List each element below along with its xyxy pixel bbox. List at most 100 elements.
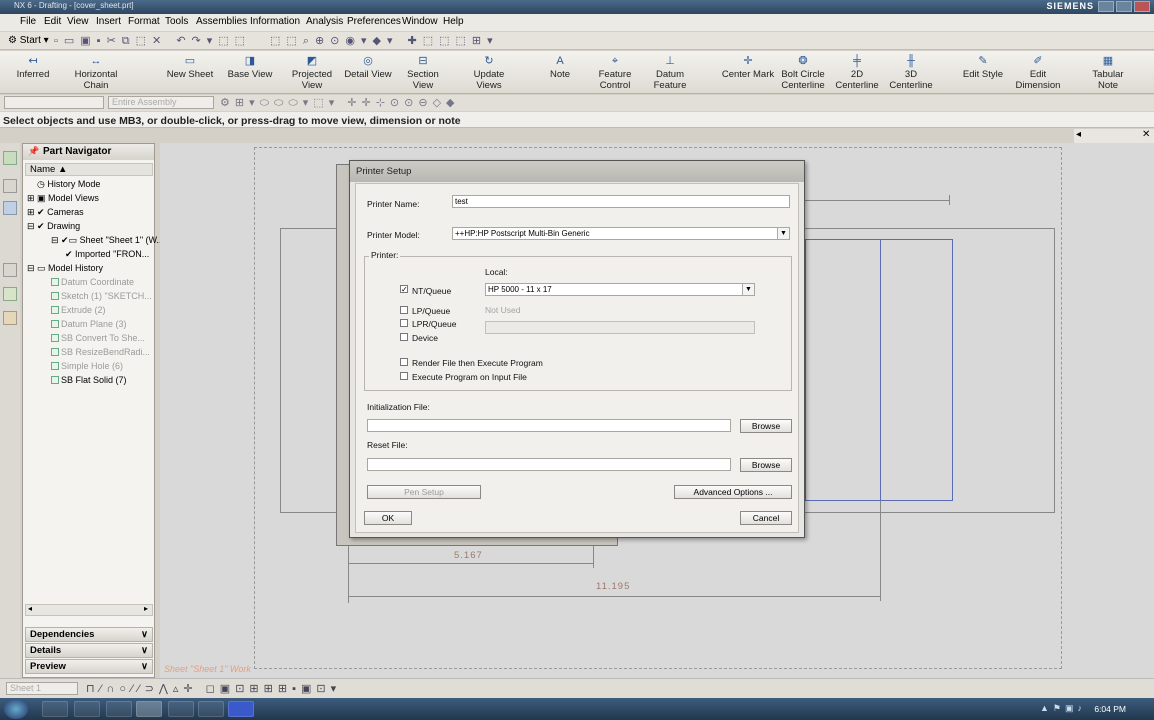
init-file-input[interactable]: [367, 419, 731, 432]
browse-init-button[interactable]: Browse: [740, 419, 792, 433]
bolt-circle-button[interactable]: ❂ Bolt Circle Centerline: [780, 51, 826, 94]
chevron-down-icon[interactable]: ▼: [777, 228, 789, 239]
tree-item[interactable]: SB ResizeBendRadi...: [51, 347, 150, 357]
selection-scope-combo[interactable]: Entire Assembly: [108, 96, 214, 109]
menu-insert[interactable]: Insert: [96, 16, 121, 27]
update-views-button[interactable]: ↻ Update Views: [466, 51, 512, 94]
maximize-button[interactable]: [1116, 1, 1132, 12]
tree-item[interactable]: ⊟ ✔ Drawing: [27, 221, 80, 232]
detail-view-button[interactable]: ◎ Detail View: [342, 51, 394, 94]
edit-dimension-button[interactable]: ✐ Edit Dimension: [1012, 51, 1064, 94]
note-button[interactable]: A Note: [540, 51, 580, 94]
details-panel[interactable]: Details ∨: [25, 643, 153, 658]
execute-program-checkbox[interactable]: [400, 372, 408, 380]
chevron-down-icon[interactable]: ▼: [742, 284, 754, 295]
menu-format[interactable]: Format: [128, 16, 160, 27]
file-tool-icons[interactable]: ▫▭▣▪✂⧉⬚✕ ↶↷▾⬚⬚: [54, 34, 251, 48]
tree-item[interactable]: ⊞ ✔ Cameras: [27, 207, 84, 218]
close-window-button[interactable]: [1134, 1, 1150, 12]
menu-tools[interactable]: Tools: [165, 16, 188, 27]
tree-item[interactable]: Datum Plane (3): [51, 319, 127, 329]
tree-item[interactable]: ⊟ ▭ Model History: [27, 263, 103, 274]
system-materials-tab-icon[interactable]: [3, 287, 17, 301]
browse-reset-button[interactable]: Browse: [740, 458, 792, 472]
roles-tab-icon[interactable]: [3, 311, 17, 325]
projected-view-button[interactable]: ◩ Projected View: [286, 51, 338, 94]
dimension-label[interactable]: 11.195: [596, 581, 630, 592]
tree-item[interactable]: Extrude (2): [51, 305, 106, 315]
preview-panel[interactable]: Preview ∨: [25, 659, 153, 674]
scroll-right-icon[interactable]: ▸: [144, 604, 148, 613]
pen-setup-button[interactable]: Pen Setup: [367, 485, 481, 499]
render-file-checkbox[interactable]: [400, 358, 408, 366]
menu-file[interactable]: File: [20, 16, 36, 27]
drawing-view-outline[interactable]: [805, 239, 953, 501]
lpr-queue-checkbox[interactable]: [400, 319, 408, 327]
tree-item[interactable]: ✔ Imported "FRON...: [65, 249, 149, 260]
menu-information[interactable]: Information: [250, 16, 300, 27]
menu-view[interactable]: View: [67, 16, 89, 27]
snap-toolbar-icons[interactable]: ⊓⁄∩○⁄⁄⊃⋀▵✛ ◻▣⊡⊞⊞⊞▪▣⊡▾: [86, 682, 341, 695]
cue-scroll[interactable]: ◂ ✕: [1074, 129, 1154, 143]
assembly-navigator-tab-icon[interactable]: [3, 179, 17, 193]
printer-model-select[interactable]: ++HP:HP Postscript Multi-Bin Generic ▼: [452, 227, 790, 240]
column-header-name[interactable]: Name ▲: [25, 163, 153, 176]
lp-queue-checkbox[interactable]: [400, 306, 408, 314]
edit-style-button[interactable]: ✎ Edit Style: [960, 51, 1006, 94]
tree-item[interactable]: SB Flat Solid (7): [51, 375, 127, 385]
feature-control-button[interactable]: ⌖ Feature Control: [592, 51, 638, 94]
chrome-task-icon[interactable]: [106, 701, 132, 717]
app-task-icon[interactable]: [168, 701, 194, 717]
sheet-select[interactable]: Sheet 1: [6, 682, 78, 695]
center-mark-button[interactable]: ✛ Center Mark: [720, 51, 776, 94]
advanced-options-button[interactable]: Advanced Options ...: [674, 485, 792, 499]
windows-start-icon[interactable]: [4, 699, 28, 719]
ok-button[interactable]: OK: [364, 511, 412, 525]
local-printer-select[interactable]: HP 5000 - 11 x 17 ▼: [485, 283, 755, 296]
menu-help[interactable]: Help: [443, 16, 464, 27]
part-navigator-tab-icon[interactable]: [3, 151, 17, 165]
view-tool-icons[interactable]: ⬚⬚⌕⊕⊙◉▾◆▾ ✚⬚⬚⬚⊞▾: [270, 34, 499, 48]
printer-name-input[interactable]: test: [452, 195, 790, 208]
new-sheet-button[interactable]: ▭ New Sheet: [164, 51, 216, 94]
pin-icon[interactable]: 📌: [28, 146, 39, 157]
tree-item[interactable]: SB Convert To She...: [51, 333, 145, 343]
tree-item[interactable]: Simple Hole (6): [51, 361, 123, 371]
tree-item[interactable]: ◷ History Mode: [37, 179, 100, 190]
scroll-left-icon[interactable]: ◂: [28, 604, 32, 613]
history-tab-icon[interactable]: [3, 263, 17, 277]
reset-file-input[interactable]: [367, 458, 731, 471]
base-view-button[interactable]: ◨ Base View: [224, 51, 276, 94]
menu-analysis[interactable]: Analysis: [306, 16, 343, 27]
centerline-3d-button[interactable]: ╫ 3D Centerline: [888, 51, 934, 94]
tray-icons[interactable]: ▲⚑▣♪: [1040, 703, 1086, 714]
centerline-2d-button[interactable]: ╪ 2D Centerline: [834, 51, 880, 94]
tree-item[interactable]: ⊞ ▣ Model Views: [27, 193, 99, 204]
snap-point-icons[interactable]: ⚙⊞▾⬭⬭⬭▾⬚▾ ✛✛⊹⊙⊙⊖◇◆: [220, 96, 460, 110]
app-task-icon[interactable]: [198, 701, 224, 717]
section-view-button[interactable]: ⊟ Section View: [400, 51, 446, 94]
media-task-icon[interactable]: [74, 701, 100, 717]
menu-window[interactable]: Window: [402, 16, 438, 27]
nx-task-icon[interactable]: [136, 701, 162, 717]
menu-assemblies[interactable]: Assemblies: [196, 16, 247, 27]
scroll-left-icon[interactable]: ◂: [1076, 129, 1081, 140]
cancel-button[interactable]: Cancel: [740, 511, 792, 525]
inferred-button[interactable]: ↤ Inferred: [10, 51, 56, 94]
dependencies-panel[interactable]: Dependencies ∨: [25, 627, 153, 642]
horizontal-chain-button[interactable]: ↔ Horizontal Chain: [68, 51, 124, 94]
device-checkbox[interactable]: [400, 333, 408, 341]
close-pane-icon[interactable]: ✕: [1142, 129, 1150, 140]
navigator-hscrollbar[interactable]: ◂ ▸: [25, 604, 153, 616]
tree-item[interactable]: Sketch (1) "SKETCH...: [51, 291, 152, 301]
menu-preferences[interactable]: Preferences: [347, 16, 401, 27]
tabular-note-button[interactable]: ▦ Tabular Note: [1084, 51, 1132, 94]
type-filter-combo[interactable]: [4, 96, 104, 109]
tree-item[interactable]: ⊟ ✔▭ Sheet "Sheet 1" (W...: [51, 235, 164, 246]
explorer-task-icon[interactable]: [42, 701, 68, 717]
tree-item[interactable]: Datum Coordinate: [51, 277, 134, 287]
app-task-icon[interactable]: [228, 701, 254, 717]
minimize-button[interactable]: [1098, 1, 1114, 12]
dimension-label[interactable]: 5.167: [454, 550, 483, 561]
datum-feature-button[interactable]: ⊥ Datum Feature: [648, 51, 692, 94]
